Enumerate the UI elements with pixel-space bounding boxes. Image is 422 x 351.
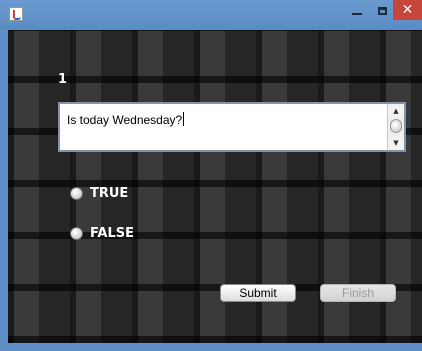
submit-button[interactable]: Submit <box>220 284 296 302</box>
close-icon: ✕ <box>401 2 414 18</box>
maximize-icon <box>377 7 387 15</box>
window-bottom-border <box>0 343 422 351</box>
java-app-icon <box>9 7 23 21</box>
option-false[interactable]: FALSE <box>70 226 134 241</box>
minimize-button[interactable] <box>343 0 371 22</box>
question-text-line: Is today Wednesday? <box>67 112 185 127</box>
radio-true[interactable] <box>70 187 83 200</box>
app-window: ✕ 1 Is today Wednesday? ▲ ▼ TRUE FALSE S… <box>0 0 422 351</box>
question-text-area[interactable]: Is today Wednesday? ▲ ▼ <box>58 102 406 152</box>
finish-button: Finish <box>320 284 396 302</box>
question-text: Is today Wednesday? <box>67 113 183 127</box>
question-number: 1 <box>58 72 68 87</box>
scroll-down-icon[interactable]: ▼ <box>388 137 404 149</box>
maximize-button[interactable] <box>368 0 396 22</box>
option-true-label: TRUE <box>90 186 129 201</box>
option-true[interactable]: TRUE <box>70 186 128 201</box>
title-bar[interactable]: ✕ <box>0 0 422 30</box>
close-button[interactable]: ✕ <box>393 0 422 20</box>
minimize-icon <box>352 13 362 15</box>
vertical-scrollbar[interactable]: ▲ ▼ <box>387 104 404 150</box>
scroll-up-icon[interactable]: ▲ <box>388 105 404 117</box>
option-false-label: FALSE <box>90 226 134 241</box>
radio-false[interactable] <box>70 227 83 240</box>
scroll-thumb[interactable] <box>390 119 402 133</box>
text-caret <box>183 112 185 126</box>
